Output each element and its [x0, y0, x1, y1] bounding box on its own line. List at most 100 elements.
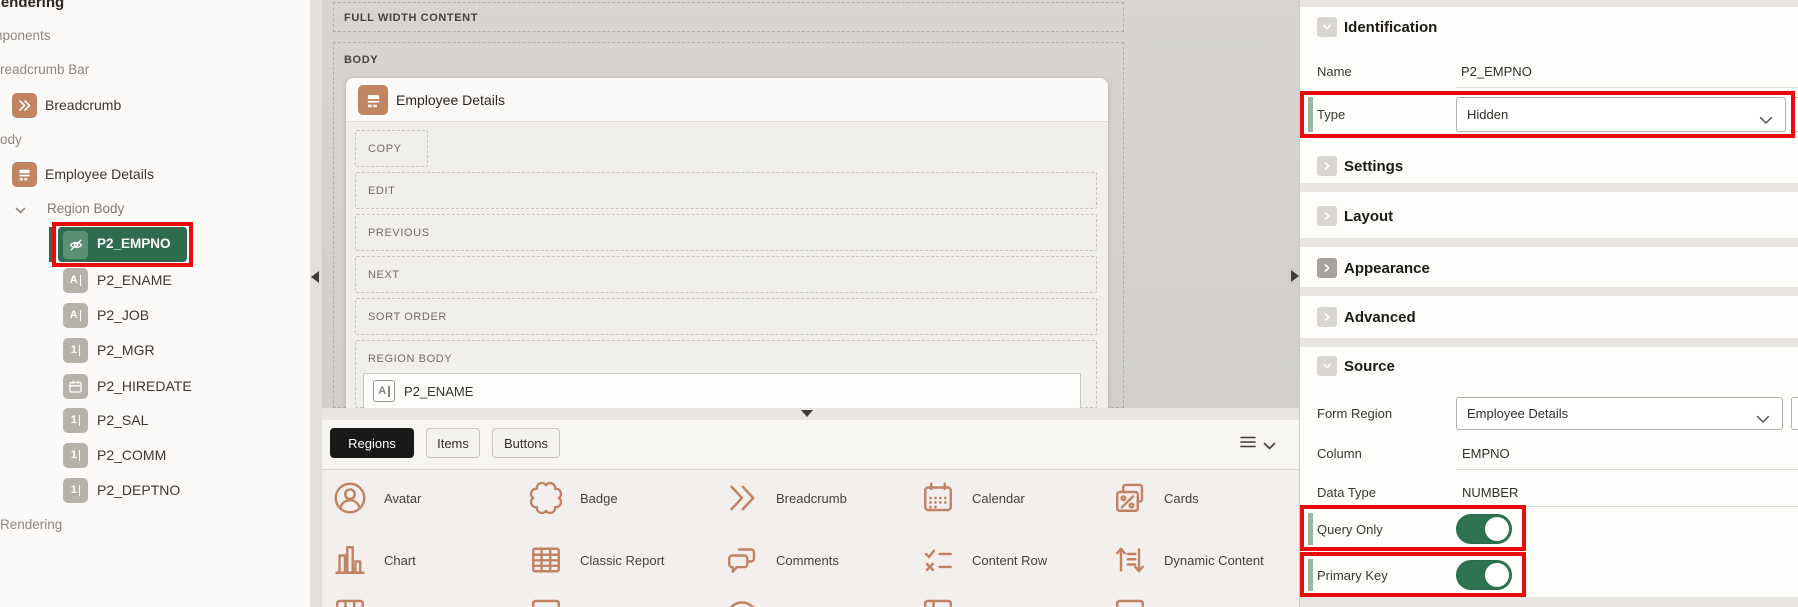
- chevron-down-icon: [1317, 356, 1337, 376]
- tree-node-employee-details[interactable]: Employee Details: [12, 162, 292, 188]
- gallery-chevron-down-icon[interactable]: [1263, 438, 1276, 456]
- gallery-item-label: Avatar: [384, 490, 422, 506]
- classic-report-icon: [532, 547, 560, 573]
- chevron-right-icon: [1317, 307, 1337, 327]
- section-header-settings[interactable]: Settings: [1300, 150, 1798, 183]
- text-item-icon: A: [63, 303, 88, 328]
- gallery-item-label: Calendar: [972, 490, 1025, 506]
- gallery-menu-icon[interactable]: [1240, 435, 1256, 454]
- section-separator: [1300, 183, 1798, 192]
- layout-slot-copy[interactable]: COPY: [355, 130, 428, 167]
- region-card-header[interactable]: Employee Details: [346, 78, 1108, 122]
- quick-pick-button[interactable]: [1792, 97, 1798, 132]
- property-label: Form Region: [1317, 406, 1393, 421]
- tree-item[interactable]: P2_HIREDATE: [63, 374, 303, 400]
- chevron-down-icon: [14, 204, 27, 222]
- gallery-item-cards[interactable]: Cards: [1112, 480, 1199, 516]
- badge-icon: [529, 481, 563, 515]
- property-label: Data Type: [1317, 485, 1377, 500]
- collapse-left-handle[interactable]: [311, 271, 319, 283]
- section-title: Source: [1344, 358, 1395, 375]
- layout-panel: FULL WIDTH CONTENT BODY Employee Details…: [322, 0, 1299, 408]
- section-header-layout[interactable]: Layout: [1300, 200, 1798, 233]
- tree-item[interactable]: 1 P2_SAL: [63, 408, 303, 434]
- slot-caption: BODY: [344, 54, 379, 66]
- partial-gallery-icon: [729, 601, 755, 607]
- layout-item-label: P2_ENAME: [404, 384, 474, 399]
- layout-slot-edit[interactable]: EDIT: [355, 172, 1097, 209]
- gallery-item-chart[interactable]: Chart: [332, 542, 416, 578]
- section-header-source[interactable]: Source: [1300, 351, 1798, 384]
- gallery-item-content-row[interactable]: Content Row: [920, 542, 1047, 578]
- tree-item[interactable]: 1 P2_MGR: [63, 338, 303, 364]
- tree-item-p2-empno[interactable]: P2_EMPNO: [58, 227, 187, 262]
- gallery-body: Avatar Badge Breadcrumb Calendar Cards C…: [322, 470, 1299, 607]
- quick-pick-button[interactable]: [1791, 397, 1798, 430]
- section-header-advanced[interactable]: Advanced: [1300, 301, 1798, 334]
- tree-item-label: P2_EMPNO: [97, 236, 171, 251]
- type-select[interactable]: Hidden: [1456, 97, 1786, 132]
- tree-node-breadcrumb[interactable]: Breadcrumb: [12, 93, 292, 119]
- gallery-item-avatar[interactable]: Avatar: [332, 480, 421, 516]
- slot-caption: NEXT: [368, 268, 400, 281]
- tree-item[interactable]: A P2_ENAME: [63, 268, 303, 294]
- tab-buttons[interactable]: Buttons: [492, 428, 560, 458]
- name-field[interactable]: P2_EMPNO: [1461, 64, 1532, 79]
- tree-item[interactable]: 1 P2_COMM: [63, 443, 303, 469]
- section-title: Layout: [1344, 208, 1394, 225]
- slot-caption: COPY: [368, 142, 402, 155]
- gallery-item-label: Chart: [384, 552, 416, 568]
- tab-items[interactable]: Items: [426, 428, 480, 458]
- layout-slot-region-body[interactable]: REGION BODY A P2_ENAME: [355, 340, 1097, 408]
- layout-slot-next[interactable]: NEXT: [355, 256, 1097, 293]
- layout-slot-previous[interactable]: PREVIOUS: [355, 214, 1097, 251]
- primary-key-toggle[interactable]: [1456, 560, 1512, 590]
- tree-section-breadcrumb-bar: Breadcrumb Bar: [0, 62, 90, 77]
- tab-regions[interactable]: Regions: [330, 428, 414, 458]
- query-only-toggle[interactable]: [1456, 514, 1512, 544]
- tree-item[interactable]: A P2_JOB: [63, 303, 303, 329]
- column-field[interactable]: EMPNO: [1462, 446, 1510, 461]
- select-value: Hidden: [1467, 107, 1509, 122]
- toggle-knob: [1484, 516, 1510, 542]
- layout-slot-sort-order[interactable]: SORT ORDER: [355, 298, 1097, 335]
- property-row-column: Column EMPNO: [1300, 440, 1798, 468]
- number-item-icon: 1: [63, 478, 88, 503]
- left-splitter[interactable]: [310, 0, 322, 607]
- collapse-right-handle[interactable]: [1291, 270, 1299, 282]
- section-title: Identification: [1344, 19, 1438, 36]
- tree-section-body: Body: [0, 132, 22, 147]
- layout-slot-full-width-content[interactable]: FULL WIDTH CONTENT: [333, 2, 1124, 32]
- tree-item[interactable]: 1 P2_DEPTNO: [63, 478, 303, 504]
- gallery-item-label: Cards: [1164, 490, 1199, 506]
- data-type-value: NUMBER: [1462, 485, 1519, 500]
- gallery-item-label: Content Row: [972, 552, 1048, 568]
- gallery-item-label: Badge: [580, 490, 618, 506]
- text-item-icon: A: [373, 380, 395, 402]
- property-row-data-type: Data Type NUMBER: [1300, 479, 1798, 507]
- region-card-title: Employee Details: [396, 92, 505, 108]
- property-label: Type: [1317, 107, 1346, 122]
- gallery-item-breadcrumb[interactable]: Breadcrumb: [724, 480, 847, 516]
- partial-gallery-icon: [532, 599, 560, 607]
- layout-item-p2-ename[interactable]: A P2_ENAME: [363, 373, 1081, 408]
- gallery-item-calendar[interactable]: Calendar: [920, 480, 1025, 516]
- property-label: Primary Key: [1317, 568, 1388, 583]
- gallery-item-badge[interactable]: Badge: [528, 480, 618, 516]
- property-row-name: Name P2_EMPNO: [1300, 58, 1798, 86]
- gallery-item-classic-report[interactable]: Classic Report: [528, 542, 665, 578]
- form-region-select[interactable]: Employee Details: [1456, 397, 1783, 430]
- gallery-item-dynamic-content[interactable]: Dynamic Content: [1112, 542, 1264, 578]
- tree-node-region-body[interactable]: Region Body: [14, 199, 294, 223]
- chevron-right-icon: [1317, 206, 1337, 226]
- section-title: Advanced: [1344, 309, 1416, 326]
- section-header-appearance[interactable]: Appearance: [1300, 252, 1798, 285]
- tree-section-components: Components: [0, 28, 51, 43]
- property-editor-panel: Identification Name P2_EMPNO Type Hidden: [1299, 0, 1798, 607]
- slot-caption: SORT ORDER: [368, 310, 447, 323]
- chevron-down-icon: [1317, 17, 1337, 37]
- gallery-item-comments[interactable]: Comments: [724, 542, 839, 578]
- chart-icon: [335, 546, 365, 574]
- section-header-identification[interactable]: Identification: [1300, 12, 1798, 44]
- collapse-down-handle[interactable]: [801, 410, 813, 417]
